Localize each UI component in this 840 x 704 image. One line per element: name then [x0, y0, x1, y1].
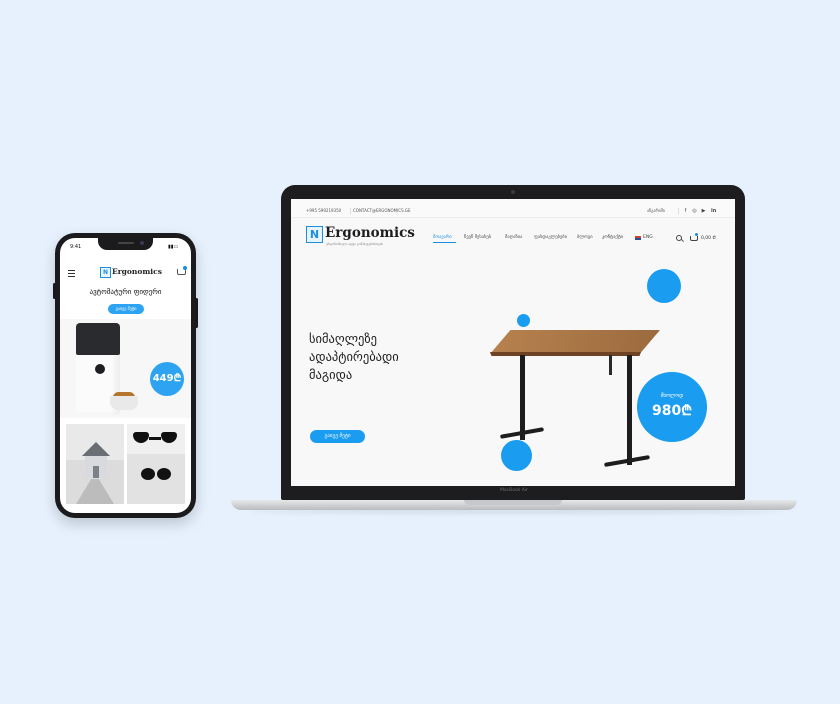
sunglasses-lens-right — [161, 432, 177, 443]
phone-number[interactable]: +995 599219350 — [306, 208, 341, 213]
hero-title-line: სიმაღლეზე — [309, 331, 377, 346]
mobile-header: N Ergonomics — [60, 265, 191, 281]
standing-desk-image — [490, 330, 660, 354]
linkedin-icon[interactable]: in — [711, 209, 716, 214]
hero-title-line: მაგიდა — [309, 367, 353, 382]
house-door — [93, 466, 99, 478]
clip-lens-right — [157, 468, 171, 480]
phone-notch — [98, 238, 153, 250]
logo-icon[interactable]: N — [100, 267, 111, 278]
house-image — [82, 442, 110, 456]
nav-active-indicator — [433, 242, 456, 243]
clip-lens-left — [141, 468, 155, 480]
laptop-model-label: MacBook Air — [500, 488, 528, 493]
pet-feeder-camera — [95, 364, 105, 374]
laptop-hinge-notch — [464, 500, 562, 505]
cart-total[interactable]: 0,00 ₾ — [701, 235, 716, 241]
brand-tagline: ერგონომიული ავეჯი კომპიუტერისთვის — [326, 242, 383, 246]
phone-screen: 9:41 ▮▮▭ N Ergonomics ავტომატური ფიდერი … — [60, 238, 191, 513]
divider — [678, 208, 679, 214]
laptop-camera — [511, 190, 515, 194]
price-badge: მხოლოდ 980₾ — [637, 372, 707, 442]
youtube-icon[interactable]: ▶ — [701, 209, 706, 214]
hero-title-line: ადაპტირებადი — [309, 349, 399, 364]
product-tile-house[interactable] — [66, 424, 124, 504]
contact-email[interactable]: CONTACT@ERGONOMICS.GE — [353, 208, 411, 213]
decor-circle-large — [647, 269, 681, 303]
search-icon[interactable] — [676, 235, 682, 241]
mobile-price-badge: 449₾ — [150, 362, 184, 396]
nav-contact[interactable]: კონტაქტი — [602, 235, 623, 240]
desk-top-edge — [490, 352, 641, 356]
account-link[interactable]: ანგარიში — [647, 208, 665, 213]
nav-about[interactable]: ჩვენ შესახებ — [464, 235, 491, 240]
brand-name[interactable]: Ergonomics — [112, 267, 162, 276]
desk-leg-back-left — [506, 343, 508, 435]
brand-name[interactable]: Ergonomics — [325, 225, 415, 241]
facebook-icon[interactable]: f — [683, 209, 688, 214]
price-label: მხოლოდ — [660, 393, 684, 399]
language-switch[interactable]: ENG — [643, 235, 653, 240]
nav-blog[interactable]: ბლოგი — [577, 235, 593, 240]
phone-speaker — [118, 242, 134, 244]
food-bowl-image — [110, 396, 138, 410]
decor-circle-small — [517, 314, 530, 327]
decor-circle-medium — [501, 440, 532, 471]
sunglasses-bridge — [149, 437, 161, 440]
mobile-hero-title: ავტომატური ფიდერი — [89, 288, 162, 296]
hero-title: სიმაღლეზე ადაპტირებადი მაგიდა — [309, 330, 459, 384]
nav-shop[interactable]: მაღაზია — [505, 235, 522, 240]
nav-discounts[interactable]: ფასდაკლებები — [534, 235, 567, 240]
cart-badge — [183, 266, 187, 270]
phone-camera — [140, 241, 144, 245]
instagram-icon[interactable]: ◎ — [692, 209, 697, 214]
laptop-screen: +995 599219350 CONTACT@ERGONOMICS.GE ანგ… — [291, 199, 735, 486]
status-time: 9:41 — [70, 244, 82, 250]
battery-icon: ▮▮▭ — [168, 244, 179, 250]
cart-badge — [695, 233, 698, 236]
top-bar: +995 599219350 CONTACT@ERGONOMICS.GE ანგ… — [291, 199, 735, 218]
pet-feeder-hopper — [76, 323, 120, 355]
uk-flag-icon[interactable] — [635, 236, 641, 240]
product-tile-glasses[interactable] — [127, 424, 185, 504]
nav-home[interactable]: მთავარი — [433, 235, 452, 240]
desk-leg-left — [520, 355, 525, 440]
desk-crossbar — [609, 355, 612, 375]
divider — [350, 208, 351, 214]
logo-icon[interactable]: N — [306, 226, 323, 243]
house-road — [76, 479, 114, 504]
menu-icon[interactable] — [68, 270, 75, 277]
price-value: 980₾ — [651, 403, 693, 419]
desk-leg-right — [627, 355, 632, 465]
smartphone-mockup: 9:41 ▮▮▭ N Ergonomics ავტომატური ფიდერი … — [55, 233, 196, 518]
sunglasses-image — [133, 432, 149, 443]
hero-learn-more-button[interactable]: გაიგე მეტი — [310, 430, 365, 443]
cart-icon[interactable] — [690, 236, 698, 241]
mobile-learn-more-button[interactable]: გაიგე მეტი — [108, 304, 144, 314]
